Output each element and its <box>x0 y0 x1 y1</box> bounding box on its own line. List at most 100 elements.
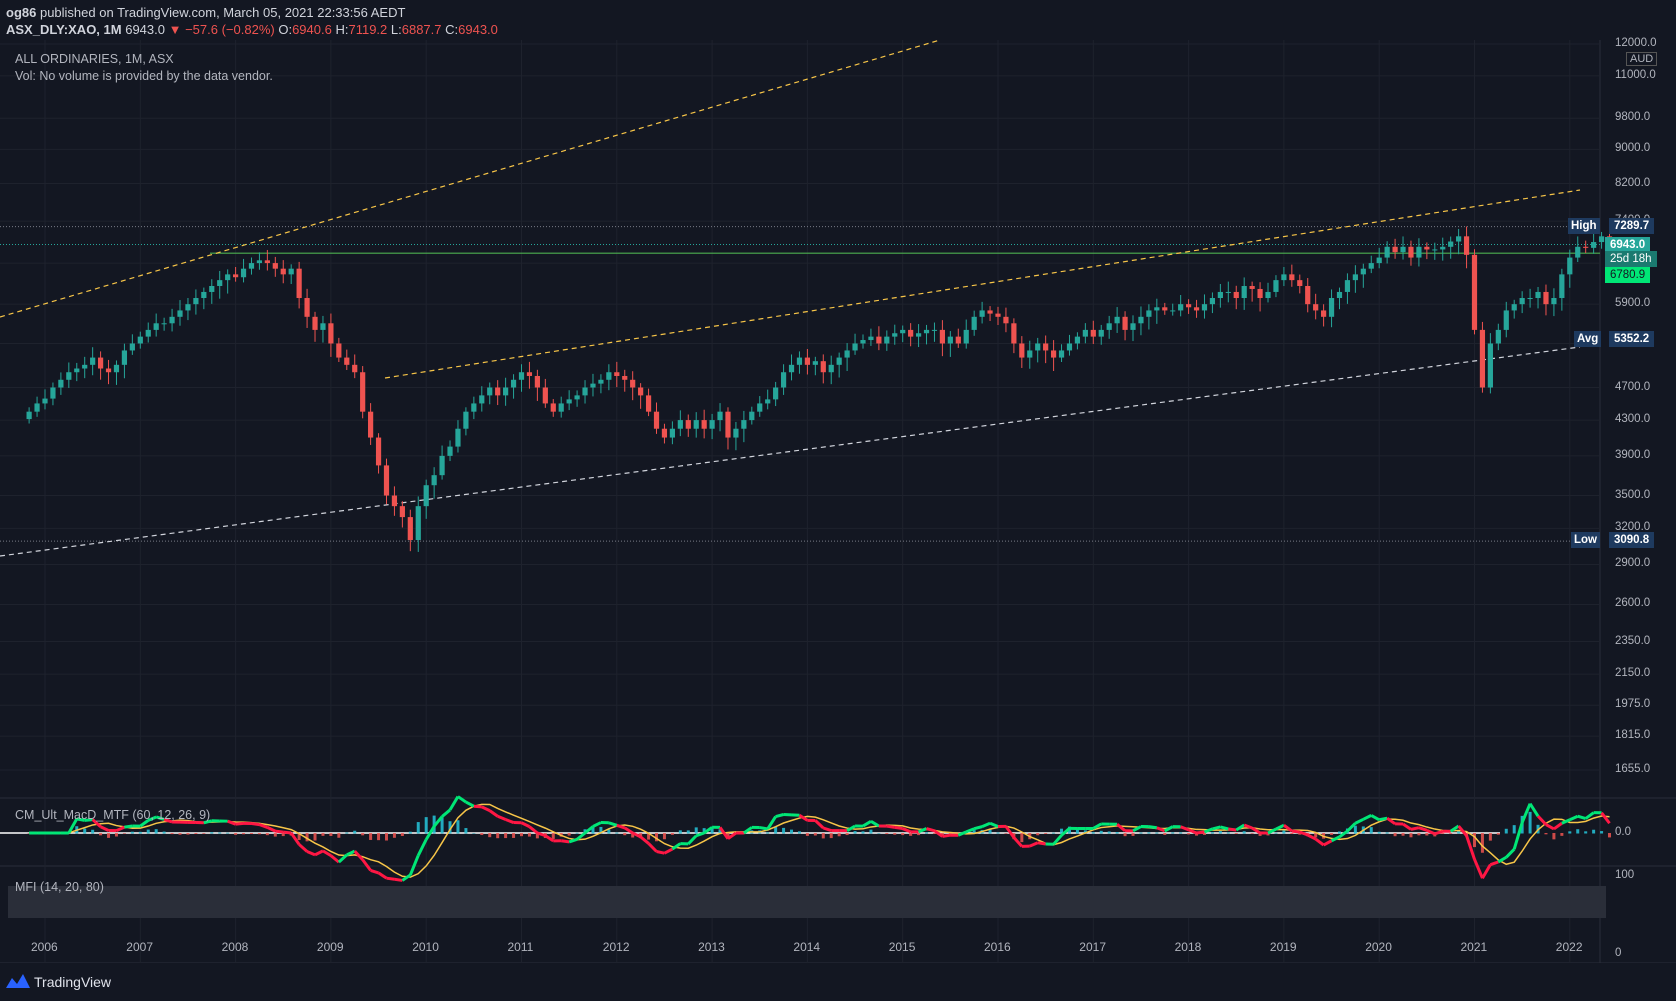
macd-histogram-bar <box>1473 833 1476 848</box>
macd-histogram-bar <box>885 833 889 835</box>
macd-histogram-bar <box>1417 833 1421 836</box>
macd-histogram-bar <box>670 833 674 835</box>
candle-body <box>1591 242 1597 248</box>
candle-body <box>487 387 493 396</box>
candle-body <box>248 263 255 269</box>
macd-axis-label: 0.0 <box>1615 826 1631 838</box>
time-tick-label: 2022 <box>1555 940 1583 954</box>
macd-histogram-bar <box>1036 833 1040 836</box>
candle-body <box>1186 304 1192 308</box>
macd-histogram-bar <box>1171 832 1175 834</box>
volume-note: Vol: No volume is provided by the data v… <box>15 69 273 83</box>
candle-body <box>1336 291 1343 299</box>
macd-line-segment <box>1037 841 1046 846</box>
candle-body <box>1066 343 1073 351</box>
macd-histogram-bar <box>766 832 770 834</box>
candle-body <box>1043 343 1049 351</box>
macd-histogram-bar <box>345 832 349 834</box>
macd-line-segment <box>306 850 316 857</box>
candle-body <box>455 428 461 447</box>
macd-histogram-bar <box>845 833 849 836</box>
macd-histogram-bar <box>567 833 571 836</box>
macd-line-segment <box>115 825 126 832</box>
macd-histogram-bar <box>1409 833 1413 838</box>
last-price: 6943.0 <box>125 22 165 37</box>
macd-histogram-bar <box>384 833 388 841</box>
candle-body <box>34 403 40 412</box>
price-tick-label: 11000.0 <box>1615 68 1656 81</box>
macd-line-segment <box>361 858 372 872</box>
candle-body <box>653 411 660 429</box>
candle-body <box>558 403 564 412</box>
candle-body <box>503 387 509 396</box>
macd-line-segment <box>99 825 110 832</box>
symbol-label[interactable]: ASX_DLY:XAO, 1M <box>6 22 122 37</box>
candle-body <box>1503 310 1509 330</box>
candle-body <box>661 428 668 438</box>
macd-histogram-bar <box>1131 833 1135 836</box>
candle-body <box>1257 288 1263 299</box>
candle-body <box>709 420 715 429</box>
candle-body <box>1217 291 1223 299</box>
high-tag-value: 7289.7 <box>1609 218 1655 234</box>
candle-body <box>1400 246 1406 253</box>
macd-line-segment <box>386 876 395 881</box>
publisher-name[interactable]: og86 <box>6 5 36 20</box>
candle-body <box>185 304 191 311</box>
candle-body <box>225 274 231 281</box>
candle-body <box>971 316 977 330</box>
macd-legend[interactable]: CM_Ult_MacD_MTF (60, 12, 26, 9) <box>15 808 210 822</box>
chart-canvas[interactable] <box>0 40 1676 963</box>
macd-line-segment <box>266 826 276 833</box>
candle-body <box>1273 280 1279 292</box>
macd-pane[interactable] <box>0 795 1612 882</box>
macd-line-segment <box>608 821 618 827</box>
macd-histogram-bar <box>1250 833 1254 834</box>
macd-histogram-bar <box>1163 833 1167 835</box>
candle-body <box>1440 246 1446 250</box>
macd-histogram-bar <box>488 833 492 838</box>
macd-line-segment <box>408 854 420 876</box>
macd-histogram-bar <box>869 829 873 834</box>
candle-body <box>725 411 731 438</box>
price-tick-label: 2150.0 <box>1615 667 1651 680</box>
macd-histogram-bar <box>861 831 865 834</box>
macd-histogram-bar <box>202 833 206 834</box>
candle-body <box>1376 257 1382 264</box>
candle-body <box>1050 350 1057 358</box>
macd-histogram-bar <box>186 833 190 835</box>
candle-body <box>1106 323 1112 330</box>
time-tick-label: 2007 <box>126 940 153 954</box>
candle-body <box>1178 304 1184 311</box>
mfi-legend[interactable]: MFI (14, 20, 80) <box>15 880 104 894</box>
macd-histogram-bar <box>1004 833 1008 834</box>
candle-body <box>1019 343 1025 358</box>
candle-body <box>526 372 533 376</box>
instrument-legend[interactable]: ALL ORDINARIES, 1M, ASX <box>15 52 174 66</box>
brand-name[interactable]: TradingView <box>34 974 111 990</box>
mfi-axis-label: 100 <box>1615 869 1635 881</box>
high-tag-label: High <box>1568 218 1600 234</box>
candle-body <box>256 260 263 264</box>
macd-histogram-bar <box>273 833 277 837</box>
macd-histogram-bar <box>210 832 214 834</box>
macd-histogram-bar <box>122 833 126 834</box>
candle-body <box>1122 316 1128 330</box>
candle-body <box>463 411 469 429</box>
macd-histogram-bar <box>1282 830 1286 834</box>
candle-body <box>955 336 961 344</box>
macd-line-segment <box>576 831 586 841</box>
macd-histogram-bar <box>130 831 134 834</box>
macd-line-segment <box>814 819 825 830</box>
macd-histogram-bar <box>1353 825 1357 834</box>
macd-line-segment <box>298 843 309 853</box>
candle-body <box>566 399 572 404</box>
macd-line-segment <box>592 821 602 828</box>
macd-line-segment <box>1212 825 1221 831</box>
mfi-pane[interactable] <box>8 886 1606 918</box>
candle-body <box>1495 329 1501 344</box>
tradingview-logo-icon[interactable] <box>6 974 30 988</box>
macd-histogram-bar <box>1123 833 1127 837</box>
macd-histogram-bar <box>527 833 531 837</box>
candle-body <box>1082 329 1088 337</box>
